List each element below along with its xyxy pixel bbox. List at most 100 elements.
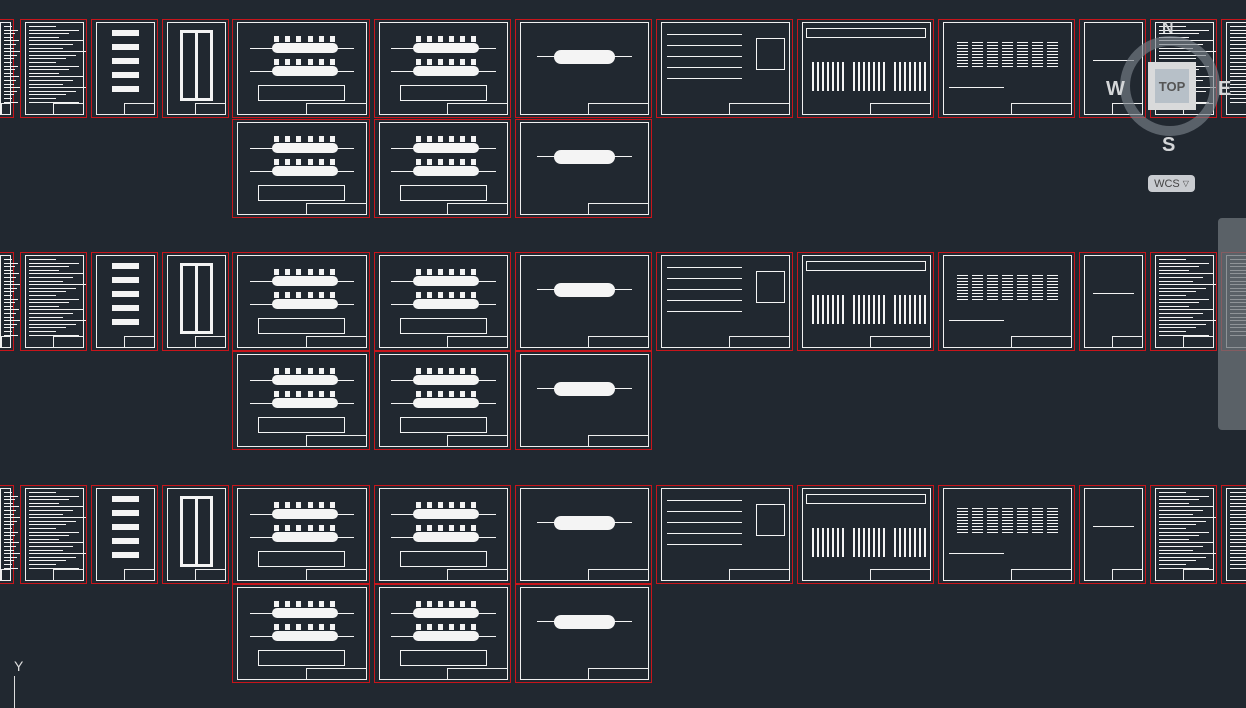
drawing-sheet-text[interactable]: [0, 252, 21, 351]
valve-symbol: [459, 35, 465, 42]
drawing-sheet-schematic[interactable]: [91, 485, 158, 584]
valve-symbol: [329, 525, 335, 532]
text-line: [4, 101, 19, 103]
text-line: [1159, 266, 1200, 268]
valve-symbol: [470, 292, 476, 299]
drawing-sheet-text[interactable]: [20, 485, 87, 584]
valve-symbol: [296, 159, 302, 166]
drawing-sheet-blank[interactable]: [1079, 252, 1146, 351]
text-line: [1230, 65, 1246, 67]
drawing-sheet-distribution[interactable]: [797, 485, 934, 584]
drawing-sheet-piping[interactable]: [374, 351, 511, 450]
drawing-sheet-floorplan[interactable]: [162, 485, 229, 584]
drawing-sheet-piping[interactable]: [374, 485, 511, 584]
drawing-sheet-blank[interactable]: [1079, 485, 1146, 584]
text-line: [4, 492, 12, 493]
drawing-sheet-rack[interactable]: [656, 485, 793, 584]
drawing-sheet-vessel[interactable]: [515, 485, 652, 584]
vessel-shape: [554, 149, 615, 164]
drawing-sheet-piping[interactable]: [232, 252, 370, 351]
rack-panel: [755, 271, 786, 303]
wcs-menu[interactable]: WCS ▽: [1148, 175, 1195, 192]
valve-symbol: [318, 159, 324, 166]
pipe-assembly: [271, 299, 338, 310]
text-line: [1159, 567, 1210, 569]
valve-symbol: [438, 135, 444, 142]
title-block: [588, 435, 649, 447]
viewcube-top-face[interactable]: TOP: [1148, 62, 1196, 110]
vessel-shape: [554, 614, 615, 629]
valve-symbol: [329, 391, 335, 398]
text-line: [1159, 538, 1190, 540]
drawing-sheet-text[interactable]: [0, 485, 21, 584]
valve-symbol: [416, 525, 422, 532]
drawing-sheet-vessel[interactable]: [515, 119, 652, 218]
drawing-sheet-schematic[interactable]: [91, 19, 158, 118]
drawing-sheet-vessel[interactable]: [515, 252, 652, 351]
title-block: [447, 203, 508, 215]
drawing-sheet-rack[interactable]: [656, 19, 793, 118]
navigation-bar[interactable]: [1218, 218, 1246, 430]
drawing-sheet-distribution[interactable]: [797, 252, 934, 351]
drawing-sheet-floorplan[interactable]: [162, 252, 229, 351]
drawing-sheet-piping[interactable]: [374, 19, 511, 118]
drawing-sheet-text[interactable]: [0, 19, 21, 118]
pipe-assembly: [271, 631, 338, 642]
title-block: [729, 336, 790, 348]
drawing-sheet-vessel[interactable]: [515, 19, 652, 118]
drawing-sheet-text[interactable]: [1221, 485, 1246, 584]
drawing-sheet-floorplan[interactable]: [162, 19, 229, 118]
drawing-sheet-piping[interactable]: [374, 584, 511, 683]
text-line: [4, 323, 18, 325]
drawing-sheet-schematic[interactable]: [91, 252, 158, 351]
drawing-sheet-piping[interactable]: [374, 119, 511, 218]
valve-symbol: [438, 159, 444, 166]
drawing-sheet-panels[interactable]: [938, 485, 1075, 584]
drawing-sheet-text[interactable]: [1150, 252, 1217, 351]
schematic-node: [112, 552, 139, 558]
text-line: [1159, 262, 1210, 264]
drawing-sheet-text[interactable]: [20, 19, 87, 118]
schematic-node: [112, 319, 139, 325]
drawing-sheet-vessel[interactable]: [515, 351, 652, 450]
drawing-sheet-piping[interactable]: [232, 19, 370, 118]
compass-north[interactable]: N: [1162, 20, 1174, 38]
text-line: [29, 58, 66, 60]
valve-symbol: [285, 292, 291, 299]
valve-symbol: [307, 292, 313, 299]
compass-east[interactable]: E: [1218, 78, 1231, 101]
text-line: [29, 510, 73, 511]
text-line: [1230, 87, 1246, 89]
title-block: [194, 569, 226, 581]
text-line: [4, 287, 18, 289]
panel-unit: [1002, 507, 1014, 533]
floorplan-wall: [195, 263, 199, 335]
drawing-sheet-panels[interactable]: [938, 19, 1075, 118]
drawing-sheet-distribution[interactable]: [797, 19, 934, 118]
pipe-assembly: [271, 374, 338, 385]
compass-south[interactable]: S: [1162, 134, 1175, 157]
drawing-sheet-text[interactable]: [1150, 485, 1217, 584]
valve-symbol: [459, 135, 465, 142]
text-line: [4, 553, 21, 555]
drawing-sheet-piping[interactable]: [232, 119, 370, 218]
viewcube[interactable]: N S E W TOP: [1106, 18, 1232, 158]
text-line: [4, 567, 19, 569]
drawing-sheet-panels[interactable]: [938, 252, 1075, 351]
compass-west[interactable]: W: [1106, 78, 1125, 101]
drawing-sheet-rack[interactable]: [656, 252, 793, 351]
sheet-frame: [1084, 488, 1143, 581]
drawing-sheet-piping[interactable]: [232, 584, 370, 683]
text-line: [1159, 528, 1186, 529]
title-block: [52, 569, 84, 581]
drawing-sheet-text[interactable]: [20, 252, 87, 351]
header-table: [806, 28, 926, 38]
text-line: [1159, 549, 1193, 551]
drawing-sheet-piping[interactable]: [374, 252, 511, 351]
rack-panel: [755, 504, 786, 536]
drawing-sheet-piping[interactable]: [232, 351, 370, 450]
title-block: [870, 103, 931, 115]
drawing-sheet-piping[interactable]: [232, 485, 370, 584]
drawing-sheet-vessel[interactable]: [515, 584, 652, 683]
text-line: [29, 506, 83, 508]
